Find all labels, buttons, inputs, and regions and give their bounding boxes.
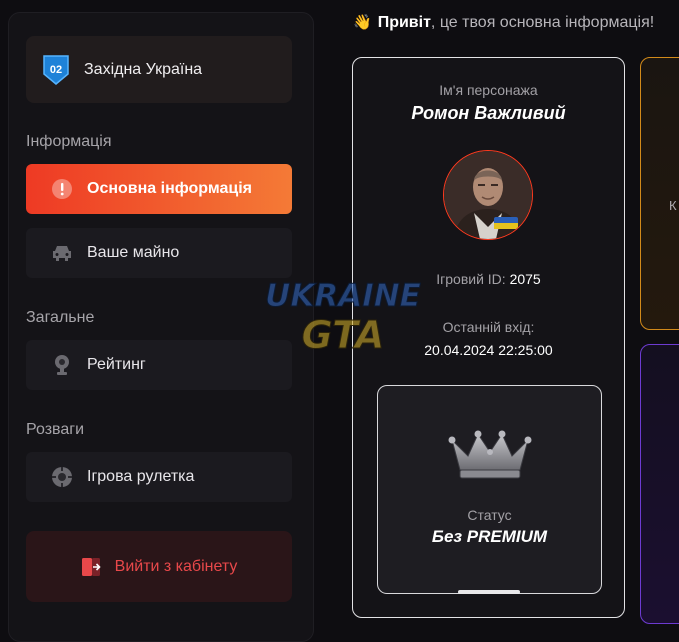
sidebar-item-label: Рейтинг [87, 356, 146, 373]
server-badge-number: 02 [50, 64, 62, 76]
server-badge-icon: 02 [43, 54, 69, 85]
status-label: Статус [467, 507, 512, 523]
server-selector[interactable]: 02 Західна Україна [26, 36, 292, 103]
sidebar: 02 Західна Україна Інформація Основна ін… [8, 12, 314, 642]
waving-hand-icon: 👋 [353, 14, 372, 31]
last-login-label: Останній вхід: [353, 319, 624, 335]
crown-icon [448, 430, 532, 479]
greeting-hello: Привіт [377, 14, 431, 31]
game-id-value: 2075 [509, 271, 541, 287]
greeting: 👋 Привіт, це твоя основна інформація! [353, 13, 654, 32]
profile-card: Ім'я персонажа Ромон Важливий Ігровий ID… [352, 57, 625, 618]
status-box: Статус Без PREMIUM [377, 385, 602, 594]
greeting-text: , це твоя основна інформація! [430, 14, 655, 31]
logout-button[interactable]: Вийти з кабінету [26, 531, 292, 602]
section-title-info: Інформація [26, 133, 112, 150]
side-card-purple [640, 344, 679, 624]
last-login-label-text: Останній вхід: [442, 319, 535, 335]
server-name: Західна Україна [84, 60, 203, 78]
sidebar-item-label: Ваше майно [87, 244, 180, 261]
game-id-label: Ігровий ID: [436, 271, 506, 287]
sidebar-item-label: Ігрова рулетка [87, 468, 195, 485]
status-value: Без PREMIUM [431, 527, 548, 546]
alert-circle-icon [51, 178, 73, 200]
car-icon [51, 242, 73, 264]
section-title-general: Загальне [26, 309, 95, 326]
side-card-gold: К [640, 57, 679, 330]
sidebar-item-rating[interactable]: Рейтинг [26, 340, 292, 390]
logout-icon [81, 557, 101, 576]
sidebar-item-roulette[interactable]: Ігрова рулетка [26, 452, 292, 502]
character-name: Ромон Важливий [411, 103, 566, 123]
game-id-row: Ігровий ID: 2075 [353, 271, 624, 287]
character-name-label: Ім'я персонажа [439, 82, 538, 98]
status-indicator [458, 590, 520, 594]
roulette-icon [51, 466, 73, 488]
section-title-fun: Розваги [26, 421, 85, 438]
sidebar-item-main-info[interactable]: Основна інформація [26, 164, 292, 214]
last-login-value-text: 20.04.2024 22:25:00 [424, 342, 553, 358]
side-card-text-fragment: К [669, 198, 677, 213]
last-login-value: 20.04.2024 22:25:00 [353, 342, 624, 358]
trophy-icon [51, 354, 73, 376]
sidebar-item-label: Основна інформація [87, 180, 252, 197]
avatar [443, 150, 533, 240]
logout-label: Вийти з кабінету [114, 557, 238, 575]
sidebar-item-property[interactable]: Ваше майно [26, 228, 292, 278]
